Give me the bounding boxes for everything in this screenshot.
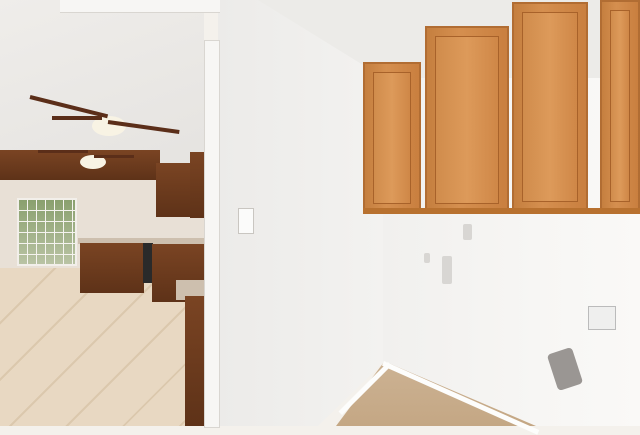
cabinet-door-2[interactable] [425, 26, 509, 214]
peninsula-cabinet [185, 296, 205, 426]
ceiling-fan-blade [38, 150, 88, 153]
door-frame-top [60, 0, 220, 13]
door-frame-side [204, 40, 220, 428]
kitchen-base-cabinets [80, 243, 144, 293]
light-switch[interactable] [238, 208, 254, 234]
cabinet-door-1[interactable] [363, 62, 421, 214]
kitchen-ceiling [0, 0, 204, 168]
cabinet-bottom-rail [363, 208, 640, 214]
dryer-outlet [588, 306, 616, 330]
water-valve-hot[interactable] [424, 253, 430, 263]
hookup-plate [463, 224, 472, 240]
kitchen-window [17, 198, 77, 266]
cabinet-door-4[interactable] [600, 0, 640, 212]
kitchen-upper-cabinets [0, 150, 160, 180]
water-valve-cold[interactable] [442, 256, 452, 284]
kitchen-tall-cabinet [156, 163, 190, 217]
ceiling-fan-blade [94, 155, 134, 158]
ceiling-fan-blade [52, 116, 102, 120]
kitchen-side-cabinet [190, 152, 204, 218]
cabinet-door-3[interactable] [512, 2, 588, 212]
